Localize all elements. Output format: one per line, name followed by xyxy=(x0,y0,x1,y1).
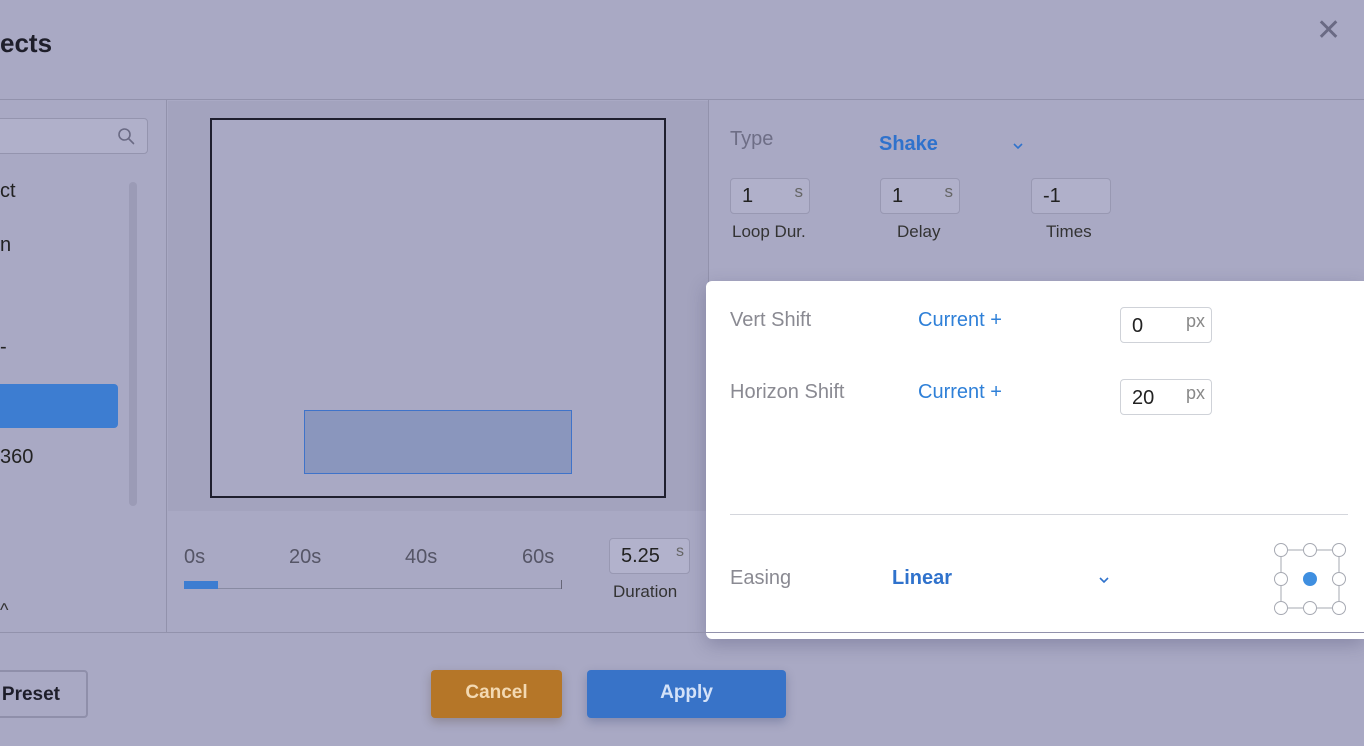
header-divider xyxy=(0,99,1364,100)
duration-value: 5.25 xyxy=(621,545,660,567)
footer-divider xyxy=(0,632,1364,633)
cancel-button[interactable]: Cancel xyxy=(431,670,562,718)
times-value: -1 xyxy=(1043,185,1061,207)
horizon-shift-value: 20 xyxy=(1132,387,1155,409)
duration-input[interactable]: 5.25 s xyxy=(609,538,690,574)
timeline-tick: 60s xyxy=(522,546,555,568)
horizon-shift-label: Horizon Shift xyxy=(730,381,845,403)
easing-select[interactable]: Linear xyxy=(892,567,952,590)
list-item[interactable]: ct xyxy=(0,180,16,203)
list-scrollbar[interactable] xyxy=(129,182,137,506)
easing-label: Easing xyxy=(730,567,792,589)
timeline-tick: 20s xyxy=(289,546,322,568)
times-input[interactable]: -1 xyxy=(1031,178,1111,214)
timeline-track[interactable] xyxy=(184,588,562,589)
preset-button-label: Preset xyxy=(1,684,60,705)
delay-unit: s xyxy=(944,182,954,201)
vert-shift-unit: px xyxy=(1185,311,1205,331)
timeline-end-marker xyxy=(561,580,562,589)
close-icon[interactable]: ✕ xyxy=(1316,16,1341,46)
chevron-down-icon[interactable] xyxy=(1099,575,1109,585)
vert-shift-input[interactable]: 0 px xyxy=(1120,307,1212,343)
horizon-shift-unit: px xyxy=(1185,383,1205,403)
duration-unit: s xyxy=(676,543,684,560)
vert-shift-value: 0 xyxy=(1132,315,1144,337)
delay-label: Delay xyxy=(897,222,941,241)
delay-value: 1 xyxy=(892,185,904,207)
list-item[interactable]: - xyxy=(0,336,7,359)
loop-duration-input[interactable]: 1 s xyxy=(730,178,810,214)
duration-label: Duration xyxy=(613,582,678,601)
times-label: Times xyxy=(1046,222,1092,241)
list-item[interactable]: n xyxy=(0,234,11,257)
timeline-tick: 40s xyxy=(405,546,438,568)
panel-divider xyxy=(730,514,1348,515)
type-label: Type xyxy=(730,128,774,150)
apply-button[interactable]: Apply xyxy=(587,670,786,718)
delay-input[interactable]: 1 s xyxy=(880,178,960,214)
search-icon xyxy=(118,128,135,145)
loop-duration-label: Loop Dur. xyxy=(732,222,806,241)
type-select[interactable]: Shake xyxy=(879,133,938,156)
shift-settings-panel: Vert Shift Current + 0 px Horizon Shift … xyxy=(706,281,1364,639)
list-item-selected[interactable] xyxy=(0,384,118,428)
column-divider xyxy=(166,100,167,633)
vert-shift-label: Vert Shift xyxy=(730,309,812,331)
scroll-up-icon[interactable]: ^ xyxy=(0,600,8,621)
list-item[interactable]: 360 xyxy=(0,446,33,469)
horizon-shift-mode[interactable]: Current + xyxy=(918,381,1002,404)
preview-element[interactable] xyxy=(304,410,572,474)
timeline-progress[interactable] xyxy=(184,581,218,589)
anchor-grid-icon[interactable] xyxy=(1272,541,1348,617)
chevron-down-icon[interactable] xyxy=(1013,141,1023,151)
timeline-tick: 0s xyxy=(184,546,206,568)
vert-shift-mode[interactable]: Current + xyxy=(918,309,1002,332)
loop-duration-value: 1 xyxy=(742,185,754,207)
loop-duration-unit: s xyxy=(794,182,804,201)
horizon-shift-input[interactable]: 20 px xyxy=(1120,379,1212,415)
preset-button[interactable]: Preset xyxy=(0,670,88,718)
dialog-title: ects xyxy=(0,28,53,58)
search-input[interactable] xyxy=(0,118,148,154)
